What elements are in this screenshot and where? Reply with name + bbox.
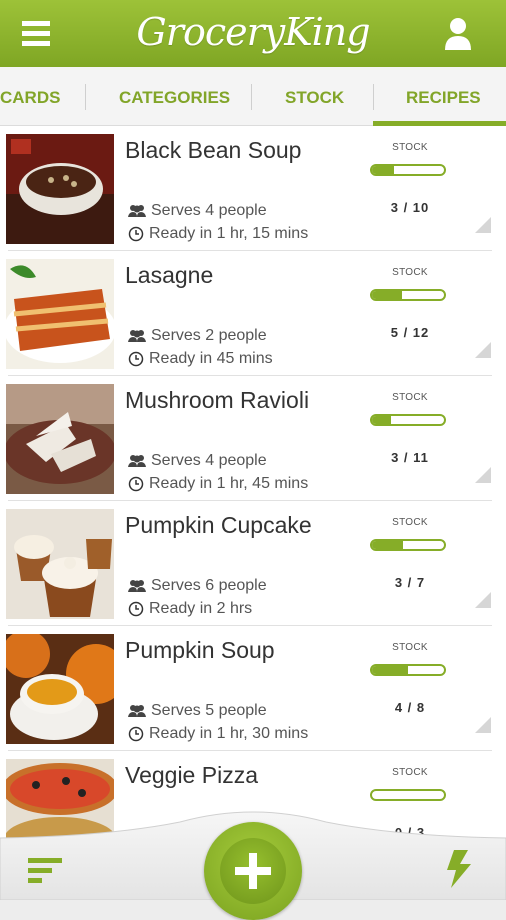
stock-count: 3 / 10 — [390, 200, 430, 215]
recipe-title: Veggie Pizza — [125, 762, 258, 788]
servings-text: Serves 5 people — [151, 702, 267, 719]
stock-label: STOCK — [392, 642, 428, 653]
people-icon — [128, 580, 146, 592]
clock-icon — [128, 601, 144, 617]
recipe-row[interactable]: Mushroom Ravioli Serves 4 people Ready i… — [0, 376, 506, 501]
clock-icon — [128, 351, 144, 367]
clock-icon — [128, 226, 144, 242]
people-icon — [128, 705, 146, 717]
recipe-time: Ready in 45 mins — [128, 350, 273, 368]
tab-categories[interactable]: CATEGORIES — [119, 67, 230, 125]
stock-progress-bar — [370, 164, 446, 176]
stock-progress-fill — [372, 166, 394, 174]
servings-text: Serves 4 people — [151, 452, 267, 469]
stock-count: 3 / 7 — [394, 575, 426, 590]
recipe-row[interactable]: Pumpkin Soup Serves 5 people Ready in 1 … — [0, 626, 506, 751]
expand-corner-icon[interactable] — [475, 592, 491, 608]
recipe-image — [6, 634, 114, 744]
stock-progress-bar — [370, 539, 446, 551]
recipe-servings: Serves 4 people — [128, 202, 267, 220]
tab-cards[interactable]: CARDS — [0, 67, 60, 125]
app-header: GroceryKing — [0, 0, 506, 67]
recipe-servings: Serves 2 people — [128, 327, 267, 345]
recipe-image — [6, 384, 114, 494]
stock-progress-bar — [370, 664, 446, 676]
stock-count: 5 / 12 — [390, 325, 430, 340]
people-icon — [128, 205, 146, 217]
expand-corner-icon[interactable] — [475, 717, 491, 733]
lightning-icon — [447, 850, 471, 888]
stock-count: 3 / 11 — [391, 450, 429, 465]
time-text: Ready in 1 hr, 15 mins — [149, 225, 309, 242]
app-logo: GroceryKing — [136, 10, 370, 54]
expand-corner-icon[interactable] — [475, 467, 491, 483]
people-icon — [128, 330, 146, 342]
recipe-title: Pumpkin Cupcake — [125, 512, 312, 538]
plus-icon — [235, 853, 271, 889]
time-text: Ready in 1 hr, 30 mins — [149, 725, 309, 742]
time-text: Ready in 2 hrs — [149, 600, 253, 617]
tab-divider — [251, 84, 252, 110]
tab-divider — [85, 84, 86, 110]
recipe-servings: Serves 4 people — [128, 452, 267, 470]
stock-progress-fill — [372, 291, 403, 299]
stock-label: STOCK — [392, 517, 428, 528]
recipe-row[interactable]: Black Bean Soup Serves 4 people Ready in… — [0, 126, 506, 251]
recipe-servings: Serves 5 people — [128, 702, 267, 720]
recipe-title: Black Bean Soup — [125, 137, 302, 163]
stock-progress-fill — [372, 541, 403, 549]
recipe-row[interactable]: Pumpkin Cupcake Serves 6 people Ready in… — [0, 501, 506, 626]
stock-label: STOCK — [392, 142, 428, 153]
user-profile-icon — [445, 18, 471, 50]
recipe-time: Ready in 1 hr, 15 mins — [128, 225, 308, 243]
sort-button[interactable] — [28, 858, 64, 886]
tab-bar: CARDS CATEGORIES STOCK RECIPES — [0, 67, 506, 126]
add-recipe-button[interactable] — [204, 822, 302, 920]
recipe-title: Lasagne — [125, 262, 214, 288]
tab-stock[interactable]: STOCK — [285, 67, 344, 125]
recipe-list[interactable]: Black Bean Soup Serves 4 people Ready in… — [0, 126, 506, 846]
time-text: Ready in 45 mins — [149, 350, 273, 367]
people-icon — [128, 455, 146, 467]
stock-label: STOCK — [392, 767, 428, 778]
recipe-row[interactable]: Lasagne Serves 2 people Ready in 45 mins… — [0, 251, 506, 376]
stock-label: STOCK — [392, 392, 428, 403]
stock-progress-bar — [370, 289, 446, 301]
sort-icon — [28, 858, 62, 883]
servings-text: Serves 2 people — [151, 327, 267, 344]
quick-action-button[interactable] — [446, 850, 472, 888]
recipe-image — [6, 134, 114, 244]
tab-divider — [373, 84, 374, 110]
servings-text: Serves 4 people — [151, 202, 267, 219]
stock-label: STOCK — [392, 267, 428, 278]
clock-icon — [128, 726, 144, 742]
recipe-time: Ready in 1 hr, 30 mins — [128, 725, 308, 743]
stock-progress-fill — [372, 416, 392, 424]
stock-progress-bar — [370, 414, 446, 426]
profile-button[interactable] — [444, 17, 472, 51]
time-text: Ready in 1 hr, 45 mins — [149, 475, 309, 492]
expand-corner-icon[interactable] — [475, 342, 491, 358]
tab-recipes[interactable]: RECIPES — [406, 67, 481, 125]
expand-corner-icon[interactable] — [475, 217, 491, 233]
recipe-image — [6, 259, 114, 369]
recipe-image — [6, 509, 114, 619]
stock-progress-fill — [372, 666, 408, 674]
clock-icon — [128, 476, 144, 492]
recipe-servings: Serves 6 people — [128, 577, 267, 595]
servings-text: Serves 6 people — [151, 577, 267, 594]
recipe-time: Ready in 1 hr, 45 mins — [128, 475, 308, 493]
recipe-time: Ready in 2 hrs — [128, 600, 252, 618]
stock-count: 4 / 8 — [394, 700, 426, 715]
add-button-inner — [220, 838, 286, 904]
recipe-title: Pumpkin Soup — [125, 637, 275, 663]
recipe-title: Mushroom Ravioli — [125, 387, 310, 413]
